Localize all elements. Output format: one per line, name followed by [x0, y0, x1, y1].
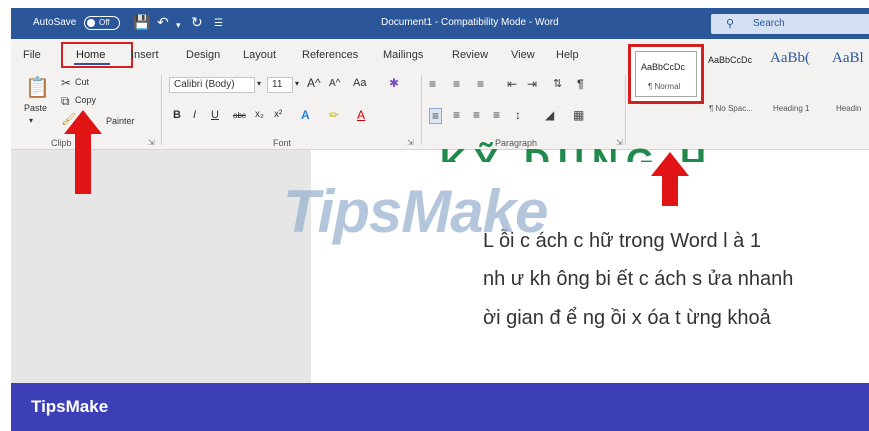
superscript-button[interactable]: x² — [274, 109, 282, 120]
numbering-icon[interactable]: ≡ — [453, 77, 460, 91]
font-name-box[interactable]: Calibri (Body) — [169, 77, 255, 93]
brand-bar: TipsMake — [11, 383, 869, 431]
title-bar: AutoSave Off 💾 ↶ ▾ ↻ ☰ Document1 - Compa… — [11, 8, 869, 39]
font-color-icon[interactable]: A — [357, 108, 365, 122]
paste-icon[interactable]: 📋 — [25, 77, 50, 99]
copy-label[interactable]: Copy — [75, 95, 96, 105]
style-normal-frame: AaBbCcDc ¶ Normal — [635, 51, 697, 97]
autosave-label: AutoSave — [33, 17, 77, 28]
autosave-toggle[interactable]: Off — [84, 16, 120, 30]
tab-review[interactable]: Review — [452, 49, 488, 61]
bold-button[interactable]: B — [173, 109, 181, 121]
line-spacing-icon[interactable]: ↕ — [515, 108, 521, 122]
borders-icon[interactable]: ▦ — [573, 108, 584, 122]
sort-icon[interactable]: ⇅ — [553, 77, 562, 91]
multilevel-list-icon[interactable]: ≡ — [477, 77, 484, 91]
arrow-to-normal-style — [651, 152, 689, 206]
font-size-box[interactable]: 11 — [267, 77, 293, 93]
copy-icon[interactable]: ⧉ — [61, 94, 70, 108]
bullets-icon[interactable]: ≡ — [429, 77, 436, 91]
show-marks-icon[interactable]: ¶ — [577, 77, 584, 91]
shrink-font-button[interactable]: A^ — [329, 78, 340, 89]
cut-icon[interactable]: ✂ — [61, 76, 71, 90]
document-line-2: nh ư kh ông bi ết c ách s ửa nhanh — [483, 268, 794, 290]
style-heading1-sample[interactable]: AaBb( — [770, 50, 810, 67]
justify-icon[interactable]: ≡ — [493, 108, 500, 122]
tab-mailings[interactable]: Mailings — [383, 49, 423, 61]
subscript-button[interactable]: x₂ — [255, 109, 264, 120]
grow-font-button[interactable]: A^ — [307, 76, 321, 90]
shading-icon[interactable]: ◢ — [545, 108, 554, 122]
tab-references[interactable]: References — [302, 49, 358, 61]
style-normal-name: ¶ Normal — [648, 82, 681, 91]
navigation-pane — [11, 150, 311, 383]
group-divider — [161, 75, 162, 145]
redo-icon[interactable]: ↻ — [191, 14, 203, 30]
tab-layout[interactable]: Layout — [243, 49, 276, 61]
toggle-knob — [87, 19, 95, 27]
paste-dropdown-icon[interactable]: ▾ — [29, 116, 33, 125]
font-size-dropdown-icon[interactable]: ▾ — [295, 79, 299, 88]
tab-view[interactable]: View — [511, 49, 535, 61]
brand-name: TipsMake — [31, 397, 109, 416]
tab-home[interactable]: Home — [61, 42, 133, 68]
style-normal-sample: AaBbCcDc — [641, 62, 686, 72]
align-right-icon[interactable]: ≡ — [473, 108, 480, 122]
text-effects-icon[interactable]: A — [301, 108, 310, 122]
format-painter-label[interactable]: Painter — [106, 116, 135, 126]
group-divider — [421, 75, 422, 145]
arrow-to-home-tab — [64, 110, 102, 194]
paste-label[interactable]: Paste — [24, 103, 47, 113]
tab-design[interactable]: Design — [186, 49, 220, 61]
align-left-icon[interactable]: ≡ — [429, 108, 443, 124]
align-center-icon[interactable]: ≡ — [453, 108, 460, 122]
style-normal[interactable]: AaBbCcDc ¶ Normal — [628, 44, 704, 104]
tab-home-label: Home — [76, 49, 106, 61]
search-placeholder: Search — [753, 18, 785, 29]
tab-file[interactable]: File — [23, 49, 41, 61]
font-group-label: Font — [273, 138, 292, 148]
style-no-spacing-sample[interactable]: AaBbCcDc — [708, 55, 752, 65]
highlight-color-icon[interactable]: ✏ — [329, 108, 339, 122]
style-heading2-name[interactable]: Headin — [836, 104, 861, 113]
font-launcher-icon[interactable]: ⇲ — [407, 138, 414, 147]
document-line-3: ời gian đ ể ng ồi x óa t ừng khoả — [483, 307, 771, 329]
document-title: Document1 - Compatibility Mode - Word — [381, 17, 559, 28]
watermark: TipsMake — [283, 178, 548, 245]
change-case-button[interactable]: Aa — [353, 77, 366, 89]
customize-toolbar-icon[interactable]: ☰ — [214, 16, 223, 32]
search-box[interactable]: ⚲ Search — [711, 14, 869, 34]
clear-formatting-icon[interactable]: ✱ — [389, 76, 399, 90]
search-icon: ⚲ — [726, 18, 735, 30]
screenshot-frame: AutoSave Off 💾 ↶ ▾ ↻ ☰ Document1 - Compa… — [0, 0, 869, 431]
undo-icon[interactable]: ↶ — [157, 14, 169, 30]
strikethrough-button[interactable]: abc — [233, 111, 246, 120]
font-name-dropdown-icon[interactable]: ▾ — [257, 79, 261, 88]
underline-button[interactable]: U — [211, 109, 219, 121]
style-no-spacing-name[interactable]: ¶ No Spac... — [709, 104, 753, 113]
group-divider — [625, 75, 626, 145]
save-icon[interactable]: 💾 — [133, 14, 150, 30]
autosave-state: Off — [99, 18, 110, 27]
style-heading1-name[interactable]: Heading 1 — [773, 104, 809, 113]
tab-help[interactable]: Help — [556, 49, 579, 61]
decrease-indent-icon[interactable]: ⇤ — [507, 77, 517, 91]
cut-label[interactable]: Cut — [75, 77, 89, 87]
increase-indent-icon[interactable]: ⇥ — [527, 77, 537, 91]
active-tab-underline — [74, 63, 110, 65]
italic-button[interactable]: I — [193, 109, 196, 121]
tab-insert[interactable]: Insert — [131, 49, 159, 61]
clipboard-launcher-icon[interactable]: ⇲ — [148, 138, 155, 147]
undo-dropdown-icon[interactable]: ▾ — [176, 17, 181, 33]
style-heading2-sample[interactable]: AaBl — [832, 50, 864, 67]
